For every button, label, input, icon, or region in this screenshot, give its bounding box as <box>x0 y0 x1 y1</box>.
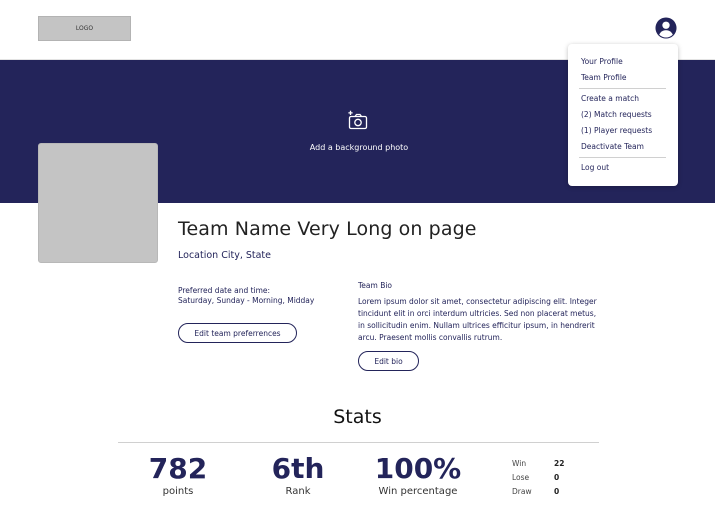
edit-bio-button[interactable]: Edit bio <box>358 351 419 371</box>
draw-count: 0 <box>554 487 560 496</box>
profile-dropdown-menu: Your Profile Team Profile Create a match… <box>568 44 678 186</box>
team-location: Location City, State <box>178 250 272 261</box>
points-value: 782 <box>148 452 208 485</box>
win-label: Win <box>512 459 527 468</box>
team-bio-text: Lorem ipsum dolor sit amet, consectetur … <box>358 297 597 342</box>
win-percentage-value: 100% <box>374 452 462 485</box>
stats-heading: Stats <box>333 406 382 428</box>
menu-item-create-match[interactable]: Create a match <box>581 94 639 103</box>
user-circle-icon[interactable] <box>655 17 677 39</box>
lose-count: 0 <box>554 473 560 482</box>
team-name: Team Name Very Long on page <box>178 218 477 240</box>
logo[interactable]: LOGO <box>38 16 131 41</box>
menu-item-deactivate-team[interactable]: Deactivate Team <box>581 142 644 151</box>
menu-item-player-requests[interactable]: (1) Player requests <box>581 126 652 135</box>
menu-item-log-out[interactable]: Log out <box>581 163 609 172</box>
draw-label: Draw <box>512 487 532 496</box>
points-label: points <box>162 486 194 497</box>
menu-item-your-profile[interactable]: Your Profile <box>581 57 623 66</box>
menu-divider <box>579 157 666 158</box>
add-background-photo-label[interactable]: Add a background photo <box>280 143 438 152</box>
preferred-time-value: Saturday, Sunday - Morning, Midday <box>178 296 315 305</box>
rank-value: 6th <box>271 452 325 485</box>
win-percentage-label: Win percentage <box>378 486 458 497</box>
win-count: 22 <box>554 459 565 468</box>
team-avatar[interactable] <box>38 143 158 263</box>
lose-label: Lose <box>512 473 530 482</box>
team-bio-label: Team Bio <box>358 281 393 290</box>
edit-team-preferences-button[interactable]: Edit team preferrences <box>178 323 297 343</box>
menu-item-team-profile[interactable]: Team Profile <box>581 73 627 82</box>
add-photo-icon[interactable] <box>347 110 369 130</box>
menu-item-match-requests[interactable]: (2) Match requests <box>581 110 652 119</box>
menu-divider <box>579 88 666 89</box>
stats-divider <box>118 442 599 443</box>
rank-label: Rank <box>285 486 311 497</box>
preferred-time-label: Preferred date and time: <box>178 286 271 295</box>
